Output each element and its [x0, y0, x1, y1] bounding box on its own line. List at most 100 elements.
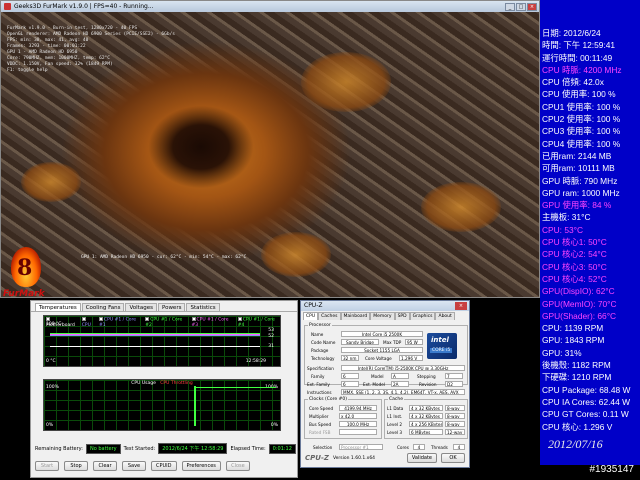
cpuz-window: CPU-Z × CPU Caches Mainboard Memory SPD Graph… [300, 300, 470, 468]
elapsed-time-label: Elapsed Time: [230, 445, 266, 452]
l1i-way: 8-way [445, 413, 465, 419]
corevoltage-label: Core Voltage [365, 356, 392, 361]
osd-row: CPU Package: 68.48 W [542, 384, 631, 395]
technology-label: Technology [311, 356, 335, 361]
osd-row: 日期: 2012/6/24 [542, 28, 601, 38]
checkbox-icon[interactable] [99, 317, 104, 321]
osd-row: 運行時間: 00:11:49 [542, 52, 613, 63]
furmark-titlebar[interactable]: Geeks3D FurMark v1.9.0 | FPS=40 - Runnin… [1, 1, 539, 12]
close-button[interactable]: Close [225, 461, 250, 471]
l2-label: Level 2 [387, 422, 403, 427]
furmark-render-canvas: FurMark v1.9.0 - Burn-in test, 1280x720 … [1, 12, 539, 297]
minimize-icon[interactable]: _ [505, 2, 515, 11]
cpuz-tab-caches[interactable]: Caches [318, 312, 341, 320]
osd-row: GPU: 31% [542, 347, 582, 358]
cpuz-tab-cpu[interactable]: CPU [303, 312, 319, 320]
cpuz-tab-spd[interactable]: SPD [394, 312, 410, 320]
temperature-legend: Motherboard CPU CPU #1 / Core #1 CPU #1 / C… [46, 317, 280, 328]
l1d-way: 8-way [445, 405, 465, 411]
package-value: Socket 1155 LGA [341, 347, 423, 353]
tab-temperatures[interactable]: Temperatures [35, 303, 81, 311]
ok-button[interactable]: OK [441, 453, 465, 463]
temp-value-3: 31 [268, 344, 274, 349]
legend-item[interactable]: CPU #1 / Core #3 [191, 317, 234, 328]
stability-button-row: Start Stop Clear Save CPUID Preferences Close [35, 461, 250, 471]
osd-row: GPU 使用率: 84 % [542, 200, 612, 211]
legend-item[interactable]: CPU #1 / Core #1 [99, 317, 141, 328]
osd-row: 後機殼: 1182 RPM [542, 360, 611, 371]
cpuz-version: Version 1.60.1.x64 [332, 455, 376, 461]
clear-button[interactable]: Clear [93, 461, 117, 471]
temp-time: 12:58:29 [245, 359, 266, 364]
extmodel-value: 2A [391, 381, 409, 387]
technology-value: 32 nm [341, 355, 359, 361]
checkbox-icon[interactable] [191, 317, 196, 321]
osd-row: CPU 核心2: 54°C [542, 249, 607, 260]
furmark-window: Geeks3D FurMark v1.9.0 | FPS=40 - Runnin… [0, 0, 540, 298]
save-button[interactable]: Save [122, 461, 146, 471]
validate-button[interactable]: Validate [406, 453, 437, 463]
checkbox-icon[interactable] [46, 317, 50, 321]
furmark-temp-overlay: GPU 1: AMD Radeon HD 6950 - cur: 62°C - … [81, 255, 247, 260]
threads-value: 4 [453, 444, 465, 450]
l1i-label: L1 Inst. [387, 414, 403, 419]
osd-row: 已用ram: 2144 MB [542, 150, 612, 161]
cpuz-tab-about[interactable]: About [435, 312, 455, 320]
start-button[interactable]: Start [35, 461, 59, 471]
legend-item[interactable]: CPU [81, 317, 95, 328]
package-label: Package [311, 348, 329, 353]
osd-row: 可用ram: 10111 MB [542, 163, 615, 174]
furmark-logo: 8 FurMark [3, 245, 49, 297]
close-icon[interactable]: × [455, 302, 467, 310]
intel-core-i5-logo: intel CORE i5 [427, 333, 457, 359]
logo-word: FurMark [3, 289, 45, 297]
name-label: Name [311, 332, 324, 337]
l2-value: 4 x 256 KBytes [409, 421, 443, 427]
legend-label: CPU #1 / Core #2 [145, 317, 183, 328]
cpuid-button[interactable]: CPUID [151, 461, 177, 471]
l3-way: 12-way [445, 429, 465, 435]
cpuz-tab-mainboard[interactable]: Mainboard [340, 312, 371, 320]
corevoltage-value: 1.296 V [399, 355, 423, 361]
tab-powers[interactable]: Powers [157, 303, 186, 311]
checkbox-icon[interactable] [81, 317, 86, 321]
spec-value: Intel(R) Core(TM) i5-2500K CPU @ 3.30GHz [341, 365, 465, 371]
furmark-info-line: F1: toggle help [7, 68, 48, 73]
tab-statistics[interactable]: Statistics [186, 303, 220, 311]
stop-button[interactable]: Stop [64, 461, 88, 471]
maxtdp-label: Max TDP [383, 340, 402, 345]
osd-row: CPU 核心4: 52°C [542, 273, 607, 284]
ratedfsb-value [339, 429, 377, 435]
selection-label: Selection [313, 445, 333, 450]
extmodel-label: Ext. Model [363, 382, 386, 387]
usage-ymax: 100% [46, 385, 59, 390]
preferences-button[interactable]: Preferences [181, 461, 221, 471]
cpuz-tab-memory[interactable]: Memory [370, 312, 395, 320]
legend-label: CPU #1 / Core #3 [191, 317, 229, 328]
stability-tabs: Temperatures Cooling Fans Voltages Powers St… [31, 301, 297, 312]
model-label: Model [371, 374, 384, 379]
close-icon[interactable]: × [527, 2, 537, 11]
checkbox-icon[interactable] [145, 317, 150, 321]
tab-voltages[interactable]: Voltages [125, 303, 157, 311]
cpuz-titlebar[interactable]: CPU-Z × [301, 301, 469, 311]
legend-item[interactable]: CPU #1 / Core #2 [145, 317, 187, 328]
revision-label: Revision [419, 382, 437, 387]
maximize-icon[interactable]: □ [516, 2, 526, 11]
osd-row: CPU 時脈: 4200 MHz [542, 64, 622, 75]
logo-number: 8 [17, 255, 33, 281]
osd-row: GPU ram: 1000 MHz [542, 187, 620, 198]
busspeed-label: Bus Speed [309, 422, 332, 427]
checkbox-icon[interactable] [237, 317, 242, 321]
cpu-usage-graph: CPU Usage | CPU Throttling 100% 0% 100% … [43, 379, 281, 431]
tab-cooling-fans[interactable]: Cooling Fans [81, 303, 125, 311]
selection-dropdown[interactable]: Processor #1 [339, 444, 383, 450]
furmark-info-overlay: FurMark v1.9.0 - Burn-in test, 1280x720 … [7, 26, 175, 74]
osd-row: CPU: 1139 RPM [542, 323, 604, 334]
legend-item[interactable]: CPU #1 / Core #4 [237, 317, 280, 328]
cpuz-tab-graphics[interactable]: Graphics [409, 312, 436, 320]
family-label: Family [311, 374, 325, 379]
test-started-value: 2012/6/24 下午 12:58:29 [158, 443, 228, 454]
busspeed-value: 100.0 MHz [339, 421, 377, 427]
family-value: 6 [341, 373, 359, 379]
